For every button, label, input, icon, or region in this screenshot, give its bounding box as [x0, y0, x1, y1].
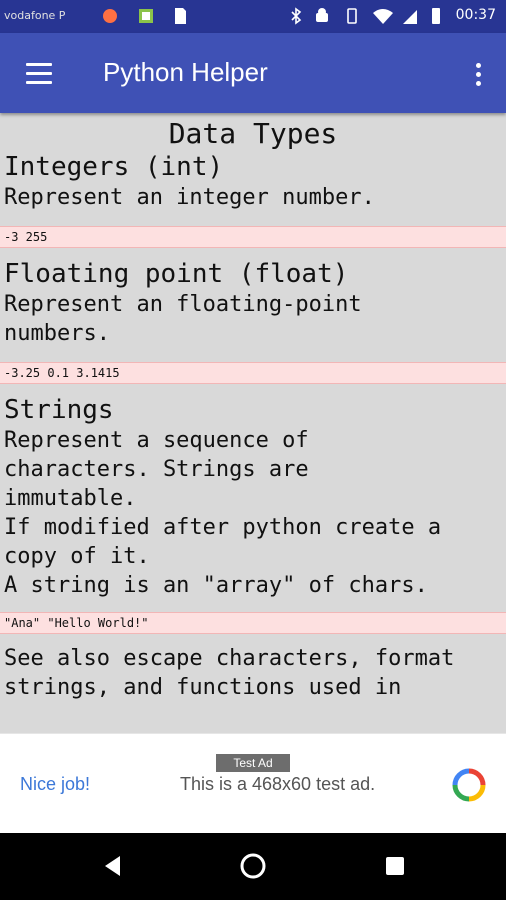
- see-also-section: See also escape characters, format strin…: [4, 644, 506, 702]
- app-bar: Python Helper: [0, 33, 506, 113]
- bluetooth-icon: [291, 7, 302, 25]
- section-strings: Strings Represent a sequence of characte…: [4, 394, 506, 600]
- battery-icon: [432, 8, 440, 24]
- signal-icon: [403, 10, 417, 24]
- ad-headline[interactable]: Nice job!: [20, 774, 90, 795]
- section-heading: Strings: [4, 395, 114, 425]
- vibrate-icon: [347, 8, 357, 24]
- see-also-text: See also escape characters, format strin…: [4, 646, 455, 700]
- app-title: Python Helper: [103, 57, 268, 87]
- code-example: -3.25 0.1 3.1415: [0, 362, 506, 384]
- navigation-bar: [0, 833, 506, 900]
- ad-logo-icon[interactable]: [452, 768, 486, 802]
- notification-app-icon: [103, 9, 117, 23]
- sd-card-icon: [175, 8, 186, 24]
- more-vert-icon[interactable]: [476, 63, 482, 86]
- ad-banner[interactable]: Test Ad Nice job! This is a 468x60 test …: [0, 733, 506, 834]
- section-description: Represent an floating-point numbers.: [4, 292, 362, 346]
- status-bar: vodafone P 00:37: [0, 0, 506, 33]
- carrier-label: vodafone P: [4, 9, 66, 22]
- section-integers: Integers (int) Represent an integer numb…: [4, 151, 506, 212]
- section-description: Represent a sequence of characters. Stri…: [4, 428, 442, 598]
- wifi-icon: [373, 9, 393, 24]
- back-icon[interactable]: [98, 851, 128, 881]
- code-example: "Ana" "Hello World!": [0, 612, 506, 634]
- section-heading: Floating point (float): [4, 259, 349, 289]
- content-scroll[interactable]: Data Types Integers (int) Represent an i…: [0, 113, 506, 733]
- section-description: Represent an integer number.: [4, 185, 375, 210]
- recents-icon[interactable]: [380, 851, 410, 881]
- section-float: Floating point (float) Represent an floa…: [4, 258, 506, 348]
- code-example: -3 255: [0, 226, 506, 248]
- image-notification-icon: [139, 9, 153, 23]
- page-title: Data Types: [168, 117, 338, 150]
- android-debug-icon: [316, 8, 328, 22]
- section-heading: Integers (int): [4, 152, 224, 182]
- test-ad-badge: Test Ad: [216, 754, 290, 772]
- ad-text[interactable]: This is a 468x60 test ad.: [180, 774, 375, 795]
- clock: 00:37: [455, 7, 496, 23]
- home-icon[interactable]: [238, 851, 268, 881]
- hamburger-menu-icon[interactable]: [26, 63, 52, 84]
